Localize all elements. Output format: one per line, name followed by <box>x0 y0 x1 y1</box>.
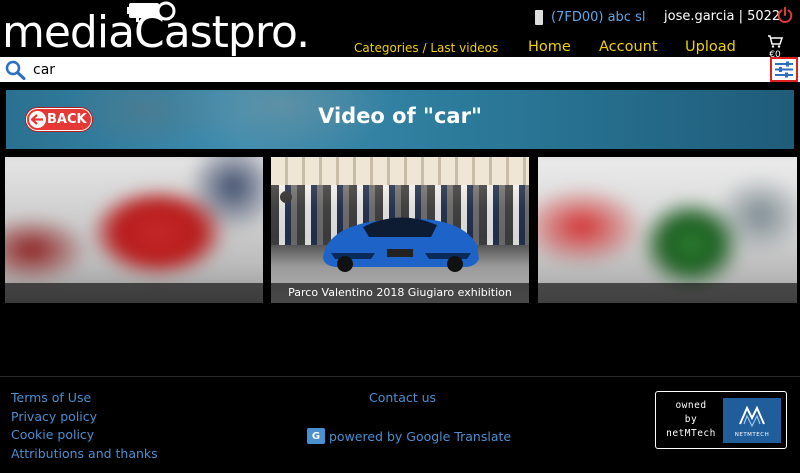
main-nav: Categories / Last videos Home Account Up… <box>0 38 800 56</box>
netmtech-mountain-icon <box>739 405 765 428</box>
footer-divider <box>0 376 800 377</box>
netmtech-logo-text: NETMTECH <box>734 432 770 438</box>
owned-line: netMTech <box>666 428 716 439</box>
filter-sliders-icon <box>775 61 793 78</box>
google-translate-credit[interactable]: G powered by Google Translate <box>307 428 511 444</box>
footer-link-privacy[interactable]: Privacy policy <box>11 408 158 427</box>
phone-icon <box>535 9 543 25</box>
company-name: (7FD00) abc sl <box>551 9 646 25</box>
owned-by-text: owned by netMTech <box>662 399 720 441</box>
nav-home[interactable]: Home <box>528 38 571 56</box>
breadcrumb[interactable]: Categories / Last videos <box>354 41 498 55</box>
video-caption: Parco Valentino 2018 Giugiaro exhibition <box>271 283 529 303</box>
video-thumbnail <box>271 157 529 303</box>
video-grid: Parco Valentino 2018 Giugiaro exhibition <box>5 157 797 303</box>
google-translate-label: powered by Google Translate <box>329 428 512 444</box>
nav-upload[interactable]: Upload <box>685 38 736 56</box>
owned-by-netmtech-badge[interactable]: owned by netMTech NETMTECH <box>655 391 787 449</box>
contact-us-link[interactable]: Contact us <box>369 389 436 407</box>
video-thumbnail <box>5 157 263 303</box>
user-account-label[interactable]: jose.garcia | 5022 <box>664 8 780 26</box>
video-tile[interactable] <box>538 157 797 303</box>
page-title: Video of "car" <box>318 104 482 128</box>
footer-links: Terms of Use Privacy policy Cookie polic… <box>11 389 158 463</box>
search-input[interactable] <box>33 59 753 80</box>
owned-line: by <box>684 414 698 425</box>
footer-link-attributions[interactable]: Attributions and thanks <box>11 445 158 464</box>
footer-link-terms[interactable]: Terms of Use <box>11 389 158 408</box>
footer-link-cookie[interactable]: Cookie policy <box>11 426 158 445</box>
video-caption <box>5 283 263 303</box>
company-selector[interactable]: (7FD00) abc sl <box>535 8 645 26</box>
video-tile[interactable] <box>5 157 263 303</box>
owned-line: owned <box>675 400 707 411</box>
cart-icon <box>768 35 784 48</box>
thumbnail-blue-car <box>323 217 479 272</box>
power-icon[interactable] <box>776 6 794 24</box>
cart-button[interactable]: €0 <box>766 33 784 60</box>
video-caption <box>538 283 797 303</box>
video-thumbnail <box>538 157 797 303</box>
netmtech-logo: NETMTECH <box>723 398 781 443</box>
search-icon[interactable] <box>5 60 27 80</box>
google-translate-icon: G <box>307 428 325 444</box>
filter-button[interactable] <box>770 57 798 82</box>
search-bar <box>0 57 800 82</box>
video-tile[interactable]: Parco Valentino 2018 Giugiaro exhibition <box>271 157 529 303</box>
nav-account[interactable]: Account <box>599 38 658 56</box>
results-banner: BACK Video of "car" <box>6 90 794 149</box>
